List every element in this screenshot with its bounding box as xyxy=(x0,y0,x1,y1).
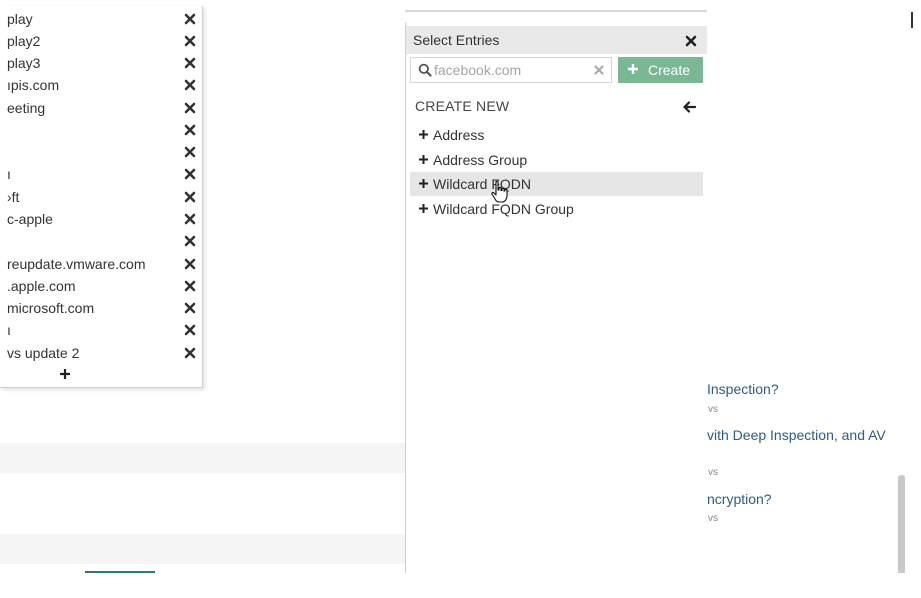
entry-row: ›ft xyxy=(0,187,202,209)
entry-label: eeting xyxy=(7,100,46,116)
create-option-wildcard-fqdn-group[interactable]: Wildcard FQDN Group xyxy=(410,197,703,221)
entry-row: vs update 2 xyxy=(0,343,202,365)
close-icon[interactable] xyxy=(183,12,197,26)
search-icon xyxy=(418,63,432,77)
search-box xyxy=(410,57,612,83)
close-icon[interactable] xyxy=(183,301,197,315)
arrow-left-icon[interactable] xyxy=(682,100,696,114)
option-label: Address Group xyxy=(433,152,528,168)
create-option-wildcard-fqdn[interactable]: Wildcard FQDN xyxy=(410,172,703,196)
plus-icon xyxy=(419,155,428,164)
close-icon[interactable] xyxy=(183,78,197,92)
entry-row xyxy=(0,120,202,142)
related-link[interactable]: vith Deep Inspection, and AV xyxy=(707,427,886,443)
entry-row: c-apple xyxy=(0,209,202,231)
option-label: Address xyxy=(433,127,485,143)
form-row-band xyxy=(0,534,405,564)
hand-cursor-icon xyxy=(491,180,508,203)
search-input[interactable] xyxy=(434,60,584,80)
close-icon[interactable] xyxy=(183,279,197,293)
close-icon[interactable] xyxy=(183,56,197,70)
close-icon[interactable] xyxy=(183,323,197,337)
create-new-heading: CREATE NEW xyxy=(415,98,510,114)
form-row-band xyxy=(0,443,405,473)
entry-row: play xyxy=(0,9,202,31)
panel-title: Select Entries xyxy=(413,32,500,48)
selected-entries-panel: play play2 play3 ıpis.com eeting ı ›ft c… xyxy=(0,6,203,388)
close-icon[interactable] xyxy=(183,257,197,271)
option-label: Wildcard FQDN xyxy=(433,176,532,192)
entry-row: reupdate.vmware.com xyxy=(0,254,202,276)
entry-label: ı xyxy=(7,322,11,338)
entry-row: ıpis.com xyxy=(0,75,202,97)
entry-row: play2 xyxy=(0,31,202,53)
close-icon[interactable] xyxy=(183,123,197,137)
entry-row xyxy=(0,231,202,253)
plus-icon xyxy=(628,64,638,74)
entry-row: play3 xyxy=(0,53,202,75)
related-link[interactable]: Inspection? xyxy=(707,381,779,397)
close-icon[interactable] xyxy=(684,34,698,48)
text-caret xyxy=(911,12,913,28)
select-entries-panel: Select Entries Create CREATE NEW Address… xyxy=(405,22,709,575)
close-icon[interactable] xyxy=(183,190,197,204)
entry-label: ıpis.com xyxy=(7,77,60,93)
entry-label: ı xyxy=(7,166,11,182)
create-label: Create xyxy=(648,62,691,78)
close-icon[interactable] xyxy=(183,101,197,115)
entry-row: ı xyxy=(0,164,202,186)
entry-label: play xyxy=(7,11,33,27)
entry-label: .apple.com xyxy=(7,278,76,294)
bottom-area xyxy=(0,573,921,598)
close-icon[interactable] xyxy=(183,212,197,226)
entry-label: microsoft.com xyxy=(7,300,95,316)
entry-row: eeting xyxy=(0,98,202,120)
scrollbar-thumb[interactable] xyxy=(898,475,905,575)
close-icon[interactable] xyxy=(183,167,197,181)
related-meta: vs xyxy=(708,404,718,415)
close-icon[interactable] xyxy=(183,34,197,48)
entry-row xyxy=(0,142,202,164)
create-button[interactable]: Create xyxy=(618,57,703,83)
clear-search-icon[interactable] xyxy=(593,64,605,76)
entry-row: microsoft.com xyxy=(0,298,202,320)
entry-label: reupdate.vmware.com xyxy=(7,256,146,272)
close-icon[interactable] xyxy=(183,145,197,159)
plus-icon xyxy=(419,130,428,139)
close-icon[interactable] xyxy=(183,346,197,360)
related-meta: vs xyxy=(708,513,718,524)
entry-label: play3 xyxy=(7,55,41,71)
related-meta: vs xyxy=(708,467,718,478)
create-option-address-group[interactable]: Address Group xyxy=(410,148,703,172)
entry-row: ı xyxy=(0,320,202,342)
entry-label: vs update 2 xyxy=(7,345,80,361)
entry-label: c-apple xyxy=(7,211,53,227)
add-entry-plus-icon[interactable] xyxy=(58,367,72,381)
close-icon[interactable] xyxy=(183,234,197,248)
plus-icon xyxy=(419,204,428,213)
entry-label: play2 xyxy=(7,33,41,49)
plus-icon xyxy=(419,179,428,188)
create-option-address[interactable]: Address xyxy=(410,123,703,147)
panel-header: Select Entries xyxy=(406,26,708,54)
entry-row: .apple.com xyxy=(0,276,202,298)
entry-label: ›ft xyxy=(7,189,20,205)
related-link[interactable]: ncryption? xyxy=(707,491,772,507)
